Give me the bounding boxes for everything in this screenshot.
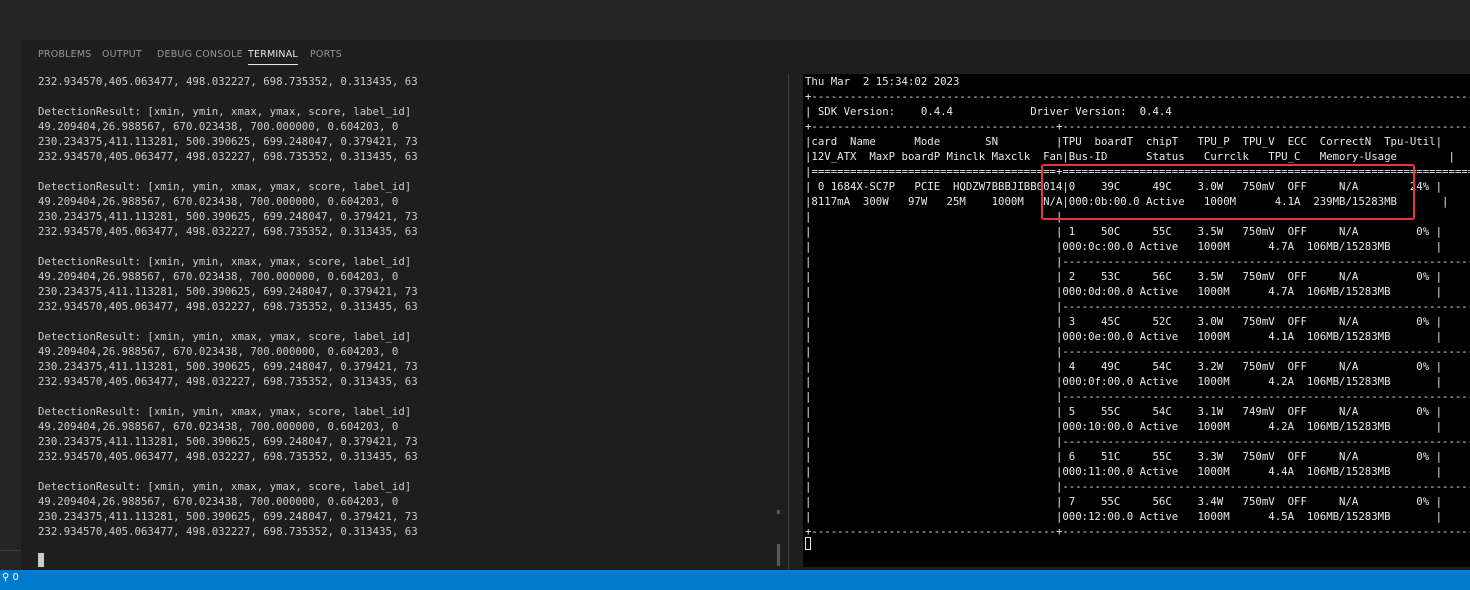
terminal-line: | | 6 51C 55C 3.3W 750mV OFF N/A 0% |	[805, 450, 1443, 463]
terminal-line: DetectionResult: [xmin, ymin, xmax, ymax…	[38, 330, 412, 343]
terminal-line: | | 1 50C 55C 3.5W 750mV OFF N/A 0% |	[805, 225, 1443, 238]
terminal-left-output[interactable]: 232.934570,405.063477, 498.032227, 698.7…	[38, 74, 778, 554]
terminal-line: 232.934570,405.063477, 498.032227, 698.7…	[38, 525, 418, 538]
terminal-line: 49.209404,26.988567, 670.023438, 700.000…	[38, 420, 399, 433]
terminal-line: 230.234375,411.113281, 500.390625, 699.2…	[38, 360, 418, 373]
terminal-line: 230.234375,411.113281, 500.390625, 699.2…	[38, 135, 418, 148]
activity-bar	[0, 40, 21, 570]
terminal-line: | |000:12:00.0 Active 1000M 4.5A 106MB/1…	[805, 510, 1443, 523]
panel-tabs: PROBLEMS OUTPUT DEBUG CONSOLE TERMINAL P…	[21, 40, 1470, 70]
terminal-line: +---------------------------------------…	[805, 90, 1470, 103]
terminal-right-output[interactable]: Thu Mar 2 15:34:02 2023 +----------------…	[803, 74, 1470, 567]
terminal-line: 230.234375,411.113281, 500.390625, 699.2…	[38, 510, 418, 523]
terminal-line: +--------------------------------------+…	[805, 525, 1470, 538]
terminal-left-cursor	[38, 553, 44, 567]
terminal-line: DetectionResult: [xmin, ymin, xmax, ymax…	[38, 405, 412, 418]
terminal-split-divider[interactable]	[788, 74, 789, 570]
terminal-line: 232.934570,405.063477, 498.032227, 698.7…	[38, 150, 418, 163]
terminal-line: 230.234375,411.113281, 500.390625, 699.2…	[38, 435, 418, 448]
tab-output[interactable]: OUTPUT	[102, 49, 142, 60]
terminal-line: | |-------------------------------------…	[805, 435, 1470, 448]
terminal-line: 49.209404,26.988567, 670.023438, 700.000…	[38, 120, 399, 133]
terminal-line: DetectionResult: [xmin, ymin, xmax, ymax…	[38, 480, 412, 493]
activity-divider	[0, 550, 21, 551]
status-notification[interactable]: ⚲ 0	[2, 572, 19, 583]
tpu-0-highlight-box	[1041, 164, 1415, 220]
terminal-line: 232.934570,405.063477, 498.032227, 698.7…	[38, 75, 418, 88]
terminal-line: | |-------------------------------------…	[805, 345, 1470, 358]
terminal-line: | |000:0e:00.0 Active 1000M 4.1A 106MB/1…	[805, 330, 1443, 343]
terminal-line: | | 4 49C 54C 3.2W 750mV OFF N/A 0% |	[805, 360, 1443, 373]
terminal-line: | |000:0f:00.0 Active 1000M 4.2A 106MB/1…	[805, 375, 1443, 388]
terminal-line: Thu Mar 2 15:34:02 2023	[805, 75, 960, 88]
terminal-line: 232.934570,405.063477, 498.032227, 698.7…	[38, 450, 418, 463]
terminal-line: | | 2 53C 56C 3.5W 750mV OFF N/A 0% |	[805, 270, 1443, 283]
terminal-line: | |000:0d:00.0 Active 1000M 4.7A 106MB/1…	[805, 285, 1443, 298]
terminal-line: DetectionResult: [xmin, ymin, xmax, ymax…	[38, 105, 412, 118]
status-bar: ⚲ 0	[0, 570, 1470, 590]
terminal-line: 49.209404,26.988567, 670.023438, 700.000…	[38, 495, 399, 508]
tab-terminal[interactable]: TERMINAL	[248, 49, 298, 65]
terminal-line: |card Name Mode SN |TPU boardT chipT TPU…	[805, 135, 1443, 148]
tab-debug-console[interactable]: DEBUG CONSOLE	[157, 49, 243, 60]
terminal-line: 232.934570,405.063477, 498.032227, 698.7…	[38, 300, 418, 313]
left-scrollbar-thumb[interactable]	[777, 544, 780, 566]
tab-problems[interactable]: PROBLEMS	[38, 49, 91, 60]
terminal-line: 49.209404,26.988567, 670.023438, 700.000…	[38, 195, 399, 208]
terminal-line: 49.209404,26.988567, 670.023438, 700.000…	[38, 270, 399, 283]
terminal-line: | | 5 55C 54C 3.1W 749mV OFF N/A 0% |	[805, 405, 1443, 418]
terminal-line: 232.934570,405.063477, 498.032227, 698.7…	[38, 225, 418, 238]
terminal-line: +--------------------------------------+…	[805, 120, 1470, 133]
terminal-line: | |-------------------------------------…	[805, 390, 1470, 403]
terminal-line: | | 7 55C 56C 3.4W 750mV OFF N/A 0% |	[805, 495, 1443, 508]
terminal-line: | SDK Version: 0.4.4 Driver Version: 0.4…	[805, 105, 1470, 118]
terminal-line: | |-------------------------------------…	[805, 480, 1470, 493]
terminal-line: 232.934570,405.063477, 498.032227, 698.7…	[38, 375, 418, 388]
remote-icon: ⚲	[2, 572, 10, 583]
tab-ports[interactable]: PORTS	[310, 49, 342, 60]
terminal-line: | |-------------------------------------…	[805, 300, 1470, 313]
terminal-line: 230.234375,411.113281, 500.390625, 699.2…	[38, 285, 418, 298]
status-notification-count: 0	[12, 572, 19, 583]
terminal-line: | |000:10:00.0 Active 1000M 4.2A 106MB/1…	[805, 420, 1443, 433]
left-scrollbar-mark[interactable]	[777, 510, 780, 514]
bottom-panel: PROBLEMS OUTPUT DEBUG CONSOLE TERMINAL P…	[21, 40, 1470, 570]
terminal-line: 49.209404,26.988567, 670.023438, 700.000…	[38, 345, 399, 358]
editor-top-area	[0, 0, 1470, 41]
terminal-line: |12V_ATX MaxP boardP Minclk Maxclk Fan|B…	[805, 150, 1455, 163]
terminal-line: | |000:0c:00.0 Active 1000M 4.7A 106MB/1…	[805, 240, 1443, 253]
terminal-line: DetectionResult: [xmin, ymin, xmax, ymax…	[38, 255, 412, 268]
terminal-line: | |000:11:00.0 Active 1000M 4.4A 106MB/1…	[805, 465, 1443, 478]
terminal-line: | |-------------------------------------…	[805, 255, 1470, 268]
terminal-line: 230.234375,411.113281, 500.390625, 699.2…	[38, 210, 418, 223]
terminal-line: DetectionResult: [xmin, ymin, xmax, ymax…	[38, 180, 412, 193]
terminal-line: | | 3 45C 52C 3.0W 750mV OFF N/A 0% |	[805, 315, 1443, 328]
